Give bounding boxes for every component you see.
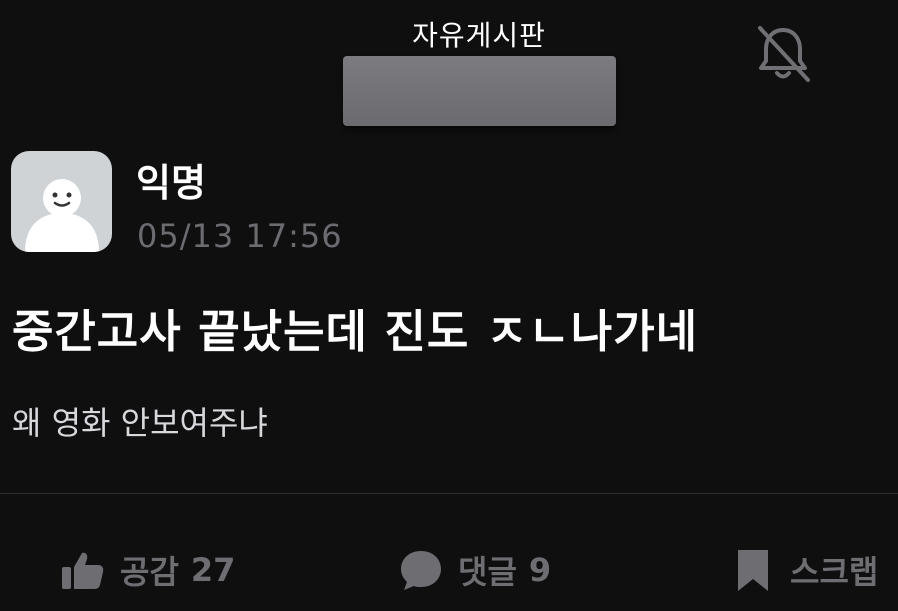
bell-off-icon[interactable] <box>748 18 818 88</box>
thumbs-up-icon <box>62 552 104 589</box>
anonymous-avatar-icon <box>25 179 99 252</box>
header: 자유게시판 <box>0 0 898 135</box>
avatar <box>11 151 112 252</box>
like-button[interactable]: 공감 27 <box>60 540 235 600</box>
post-timestamp: 05/13 17:56 <box>137 217 343 255</box>
scrap-button[interactable]: 스크랩 <box>730 540 890 600</box>
divider <box>0 493 898 494</box>
author-name: 익명 <box>136 161 206 205</box>
board-subtitle-redacted <box>343 56 616 126</box>
like-count: 27 <box>190 551 236 589</box>
comment-count: 9 <box>528 551 552 589</box>
scrap-label: 스크랩 <box>790 553 879 591</box>
comment-button[interactable]: 댓글 9 <box>398 540 551 600</box>
bookmark-icon <box>738 550 768 591</box>
post-body: 왜 영화 안보여주냐 <box>12 404 268 442</box>
like-label: 공감 <box>120 553 179 591</box>
comment-label: 댓글 <box>458 553 517 591</box>
post-title: 중간고사 끝났는데 진도 ㅈㄴ나가네 <box>12 305 699 358</box>
speech-bubble-icon <box>401 551 441 590</box>
